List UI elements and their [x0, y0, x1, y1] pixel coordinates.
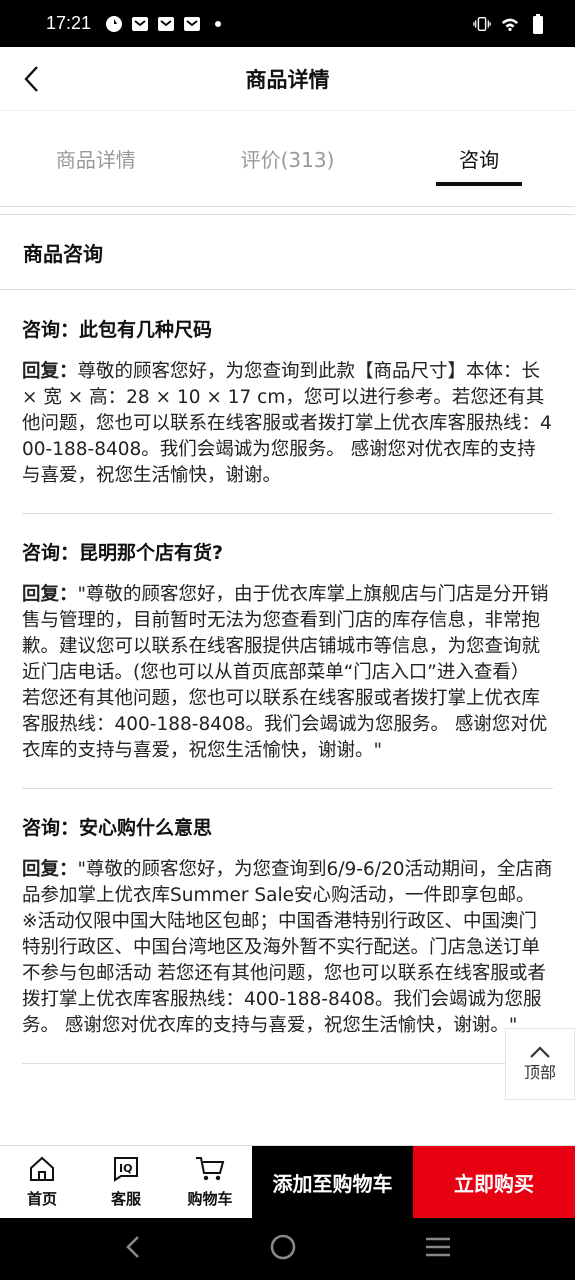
answer-text: 回复：尊敬的顾客您好，为您查询到此款【商品尺寸】本体：长 × 宽 × 高：28 … [22, 359, 553, 489]
answer-body: "尊敬的顾客您好，为您查询到6/9-6/20活动期间，全店商品参加掌上优衣库Su… [22, 859, 553, 1036]
mail-icon [183, 15, 201, 33]
list-item: 咨询：昆明那个店有货? 回复："尊敬的顾客您好，由于优衣库掌上旗舰店与门店是分开… [22, 514, 553, 789]
home-icon [30, 1156, 54, 1181]
vibrate-icon [473, 15, 491, 33]
customer-service-icon: IQ [114, 1156, 138, 1182]
more-notifications-dot-icon [209, 15, 227, 33]
question-text: 咨询：昆明那个店有货? [22, 542, 224, 564]
qa-list: 咨询：此包有几种尺码 回复：尊敬的顾客您好，为您查询到此款【商品尺寸】本体：长 … [0, 291, 575, 1064]
tab-product-details[interactable]: 商品详情 [0, 111, 192, 206]
tab-bar: 商品详情 评价(313) 咨询 [0, 111, 575, 207]
shopping-cart-icon [196, 1156, 225, 1180]
chevron-up-icon [530, 1046, 550, 1058]
section-divider [0, 207, 575, 215]
nav-home-label: 首页 [26, 1189, 57, 1208]
back-button[interactable] [14, 61, 50, 97]
list-item: 咨询：安心购什么意思 回复："尊敬的顾客您好，为您查询到6/9-6/20活动期间… [22, 789, 553, 1064]
svg-text:IQ: IQ [119, 1162, 132, 1175]
chevron-left-icon [24, 66, 38, 92]
nav-service[interactable]: IQ 客服 [84, 1146, 168, 1218]
answer-text: 回复："尊敬的顾客您好，为您查询到6/9-6/20活动期间，全店商品参加掌上优衣… [22, 857, 553, 1039]
title-bar: 商品详情 [0, 47, 575, 111]
status-notification-icons [105, 15, 227, 33]
answer-body: "尊敬的顾客您好，由于优衣库掌上旗舰店与门店是分开销售与管理的，目前暂时无法为您… [22, 584, 549, 761]
system-recents-button[interactable] [424, 1236, 452, 1262]
battery-icon [529, 13, 547, 34]
nav-cart-label: 购物车 [187, 1189, 233, 1208]
back-to-top-button[interactable]: 顶部 [505, 1028, 575, 1100]
bottom-action-bar: 首页 IQ 客服 购物车 添加至购物车 立即购买 [0, 1145, 575, 1218]
app-notification-icon [105, 15, 123, 33]
system-navigation-bar [0, 1218, 575, 1280]
back-to-top-label: 顶部 [523, 1063, 556, 1082]
section-title: 商品咨询 [0, 216, 575, 290]
tab-reviews[interactable]: 评价(313) [192, 111, 384, 206]
buy-now-button[interactable]: 立即购买 [413, 1146, 575, 1218]
nav-cart[interactable]: 购物车 [168, 1146, 252, 1218]
system-recents-icon [425, 1237, 450, 1257]
answer-label: 回复： [22, 859, 78, 880]
system-home-button[interactable] [269, 1233, 297, 1265]
answer-body: 尊敬的顾客您好，为您查询到此款【商品尺寸】本体：长 × 宽 × 高：28 × 1… [22, 361, 552, 486]
mail-icon [131, 15, 149, 33]
status-time: 17:21 [46, 13, 92, 33]
question-text: 咨询：安心购什么意思 [22, 817, 213, 839]
tab-consultation[interactable]: 咨询 [383, 111, 575, 206]
answer-label: 回复： [22, 584, 78, 605]
nav-service-label: 客服 [110, 1189, 141, 1208]
add-to-cart-button[interactable]: 添加至购物车 [252, 1146, 413, 1218]
mail-icon [157, 15, 175, 33]
question-text: 咨询：此包有几种尺码 [22, 319, 213, 341]
wifi-icon [501, 15, 519, 33]
page-title: 商品详情 [245, 67, 330, 92]
status-system-icons [473, 13, 547, 34]
system-home-icon [270, 1234, 295, 1260]
answer-text: 回复："尊敬的顾客您好，由于优衣库掌上旗舰店与门店是分开销售与管理的，目前暂时无… [22, 582, 553, 764]
system-back-icon [125, 1236, 139, 1258]
answer-label: 回复： [22, 361, 78, 382]
list-item: 咨询：此包有几种尺码 回复：尊敬的顾客您好，为您查询到此款【商品尺寸】本体：长 … [22, 291, 553, 514]
system-back-button[interactable] [124, 1234, 142, 1264]
status-bar: 17:21 [0, 0, 575, 47]
nav-home[interactable]: 首页 [0, 1146, 84, 1218]
